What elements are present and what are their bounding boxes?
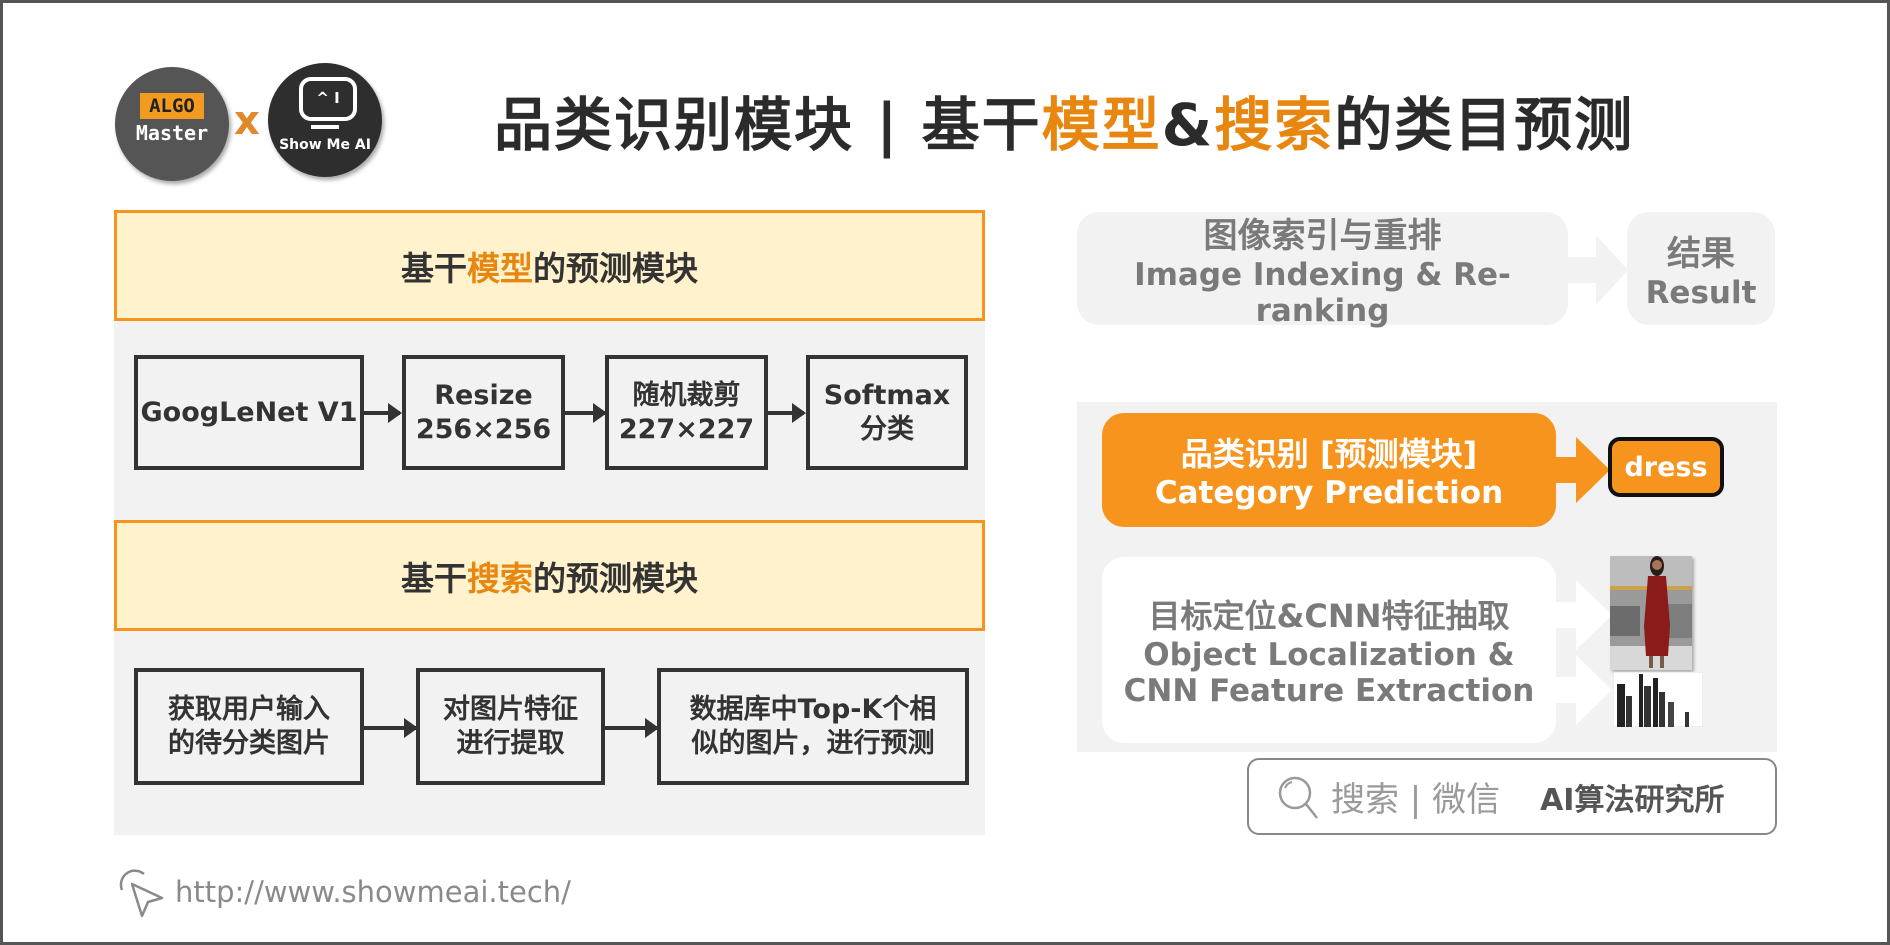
step-softmax: Softmax 分类 xyxy=(806,355,968,470)
wechat-account-name: AI算法研究所 xyxy=(1540,782,1725,818)
arrow-right-icon xyxy=(768,403,806,423)
indexing-en: Image Indexing & Re-ranking xyxy=(1134,257,1511,329)
arrow-right-icon xyxy=(1554,655,1612,725)
output-label-dress: dress xyxy=(1608,437,1724,497)
footer-url[interactable]: http://www.showmeai.tech/ xyxy=(175,875,571,909)
arrow-right-icon xyxy=(1554,437,1610,503)
step-resize: Resize 256×256 xyxy=(402,355,565,470)
step-label: GoogLeNet V1 xyxy=(140,396,358,428)
search-icon xyxy=(1278,776,1318,819)
header-text: 的预测模块 xyxy=(533,558,698,598)
category-zh: 品类识别 [预测模块] xyxy=(1180,435,1478,473)
header-highlight: 模型 xyxy=(467,248,533,288)
header-text: 基干 xyxy=(401,248,467,288)
monitor-stand xyxy=(311,125,339,129)
step-get-input: 获取用户输入 的待分类图片 xyxy=(134,668,364,785)
header-text: 基干 xyxy=(401,558,467,598)
title-highlight-search: 搜索 xyxy=(1214,91,1335,159)
step-label: 随机裁剪 xyxy=(632,379,741,411)
result-en: Result xyxy=(1645,275,1757,311)
step-label: 的待分类图片 xyxy=(168,727,330,759)
indexing-box: 图像索引与重排 Image Indexing & Re-ranking xyxy=(1077,212,1568,329)
step-label: 227×227 xyxy=(618,413,755,445)
collab-cross: x xyxy=(234,98,260,144)
algo-master-text: Master xyxy=(135,121,209,145)
header-highlight: 搜索 xyxy=(467,558,533,598)
showmeai-text: Show Me AI xyxy=(279,137,371,153)
title-highlight-model: 模型 xyxy=(1041,91,1162,159)
arrow-right-icon xyxy=(1568,235,1628,305)
algo-tag: ALGO xyxy=(140,93,204,119)
result-box: 结果 Result xyxy=(1627,212,1775,325)
localization-en-2: CNN Feature Extraction xyxy=(1123,673,1535,709)
step-feature-extract: 对图片特征 进行提取 xyxy=(416,668,605,785)
title-part1: 品类识别模块 | 基干 xyxy=(494,91,1042,159)
arrow-right-icon xyxy=(605,718,659,738)
wechat-search-badge: 搜索 | 微信 AI算法研究所 xyxy=(1247,758,1777,835)
step-label: 似的图片，进行预测 xyxy=(691,727,935,759)
step-googlenet: GoogLeNet V1 xyxy=(134,355,364,470)
arrow-right-icon xyxy=(364,403,402,423)
cursor-click-icon xyxy=(119,869,164,918)
header-text: 的预测模块 xyxy=(533,248,698,288)
step-label: 分类 xyxy=(860,413,914,445)
category-prediction-box: 品类识别 [预测模块] Category Prediction xyxy=(1102,413,1556,527)
step-label: 256×256 xyxy=(415,413,552,445)
localization-zh: 目标定位&CNN特征抽取 xyxy=(1148,597,1510,635)
indexing-zh: 图像索引与重排 xyxy=(1203,216,1442,256)
page-title: 品类识别模块 | 基干模型&搜索的类目预测 xyxy=(494,78,1634,162)
step-random-crop: 随机裁剪 227×227 xyxy=(605,355,768,470)
step-label: Resize xyxy=(434,379,533,411)
arrow-right-icon xyxy=(364,718,418,738)
localization-box: 目标定位&CNN特征抽取 Object Localization & CNN F… xyxy=(1102,557,1556,743)
step-topk-predict: 数据库中Top-K个相 似的图片，进行预测 xyxy=(657,668,969,785)
step-label: 获取用户输入 xyxy=(168,693,330,725)
model-module-header: 基干 模型 的预测模块 xyxy=(114,210,985,321)
category-en: Category Prediction xyxy=(1154,475,1504,511)
step-label: 数据库中Top-K个相 xyxy=(689,693,937,725)
title-part2: 的类目预测 xyxy=(1334,91,1635,159)
output-label-text: dress xyxy=(1624,451,1708,483)
step-label: 对图片特征 xyxy=(443,693,578,725)
arrow-right-icon xyxy=(1554,580,1612,650)
showmeai-logo: ^ I Show Me AI xyxy=(268,63,382,177)
localization-en-1: Object Localization & xyxy=(1143,637,1515,673)
title-amp: & xyxy=(1161,91,1215,159)
search-hint: 搜索 | 微信 xyxy=(1331,780,1501,820)
monitor-icon: ^ I xyxy=(299,77,357,121)
arrow-right-icon xyxy=(565,403,607,423)
search-module-header: 基干 搜索 的预测模块 xyxy=(114,520,985,631)
step-label: Softmax xyxy=(823,379,951,411)
step-label: 进行提取 xyxy=(456,727,565,759)
result-zh: 结果 xyxy=(1667,234,1735,274)
dress-photo xyxy=(1610,556,1692,670)
algo-master-logo: ALGO Master xyxy=(115,67,229,181)
feature-histogram xyxy=(1613,672,1703,727)
